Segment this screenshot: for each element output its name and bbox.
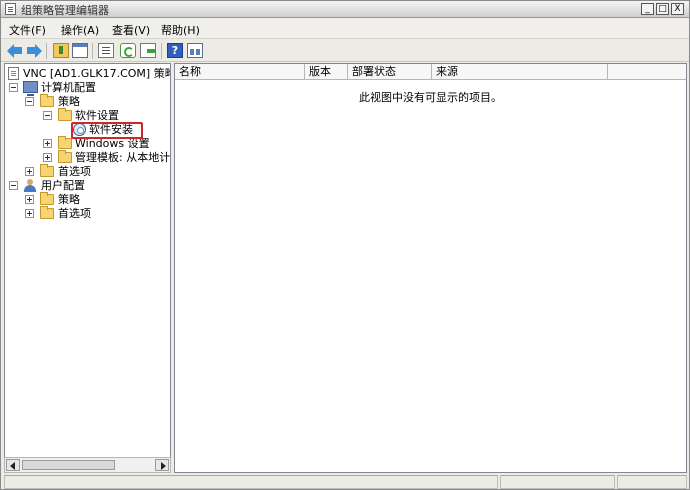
export-list-icon[interactable] (140, 43, 156, 58)
details-list[interactable]: 名称 版本 部署状态 来源 此视图中没有可显示的项目。 (174, 63, 687, 473)
tree-label: 管理模板: 从本地计算机检索的策略定义(ADMX 文件) (75, 151, 171, 164)
folder-up-icon[interactable] (53, 43, 69, 58)
tree-item-user-config[interactable]: 用户配置 (5, 179, 170, 193)
tree-label: 软件设置 (75, 109, 119, 122)
expand-icon[interactable] (43, 153, 52, 162)
scroll-left-button[interactable] (6, 459, 20, 471)
computer-icon (23, 81, 38, 96)
console-tree[interactable]: VNC [AD1.GLK17.COM] 策略 计算机配置 策略 软件设置 软件安… (4, 63, 171, 473)
app-icon (5, 3, 16, 15)
forward-arrow-icon[interactable] (26, 43, 42, 58)
tree-label: Windows 设置 (75, 137, 150, 150)
folder-icon (58, 108, 72, 121)
title-bar[interactable]: 组策略管理编辑器 _ □ X (1, 1, 689, 18)
collapse-icon[interactable] (9, 83, 18, 92)
folder-icon (40, 206, 54, 219)
column-header-source[interactable]: 来源 (432, 64, 608, 80)
menu-bar: 文件(F) 操作(A) 查看(V) 帮助(H) (1, 19, 689, 39)
policy-document-icon (8, 67, 19, 80)
toolbar-separator (92, 43, 93, 59)
tree-item-uc-preferences[interactable]: 首选项 (5, 206, 170, 221)
tree-item-cc-policies[interactable]: 策略 (5, 94, 170, 109)
help-icon[interactable]: ? (167, 43, 183, 58)
tree-root[interactable]: VNC [AD1.GLK17.COM] 策略 (5, 67, 170, 81)
status-bar (1, 475, 689, 489)
folder-icon (40, 94, 54, 107)
status-cell-tertiary (617, 475, 687, 489)
tree-label: 计算机配置 (41, 81, 96, 94)
tree-label: 首选项 (58, 207, 91, 220)
gpo-editor-window: 组策略管理编辑器 _ □ X 文件(F) 操作(A) 查看(V) 帮助(H) ?… (0, 0, 690, 490)
column-header-deploy-state[interactable]: 部署状态 (348, 64, 432, 80)
selection-highlight (71, 122, 143, 139)
console-tree-icon[interactable] (72, 43, 88, 58)
maximize-button[interactable]: □ (656, 3, 669, 15)
tree-label: 策略 (58, 95, 80, 108)
tree-label: 用户配置 (41, 179, 85, 192)
tree-item-cc-preferences[interactable]: 首选项 (5, 164, 170, 179)
view-icon[interactable] (187, 43, 203, 58)
tree-horizontal-scrollbar[interactable] (4, 457, 171, 473)
scroll-right-button[interactable] (155, 459, 169, 471)
tree-label: 首选项 (58, 165, 91, 178)
collapse-icon[interactable] (9, 181, 18, 190)
close-button[interactable]: X (671, 3, 684, 15)
user-icon (23, 179, 37, 192)
refresh-icon[interactable] (120, 43, 136, 58)
minimize-button[interactable]: _ (641, 3, 654, 15)
empty-list-message: 此视图中没有可显示的项目。 (359, 91, 502, 104)
toolbar: ? (1, 40, 689, 62)
menu-help[interactable]: 帮助(H) (161, 22, 200, 38)
menu-action[interactable]: 操作(A) (61, 22, 99, 38)
scroll-thumb[interactable] (22, 460, 115, 470)
status-cell-secondary (500, 475, 615, 489)
back-arrow-icon[interactable] (7, 43, 23, 58)
properties-icon[interactable] (98, 43, 114, 58)
tree-label: 策略 (58, 193, 80, 206)
tree-item-admin-templates[interactable]: 管理模板: 从本地计算机检索的策略定义(ADMX 文件) (5, 150, 171, 165)
tree-item-software-settings[interactable]: 软件设置 (5, 108, 170, 123)
status-cell-main (4, 475, 498, 489)
collapse-icon[interactable] (43, 111, 52, 120)
folder-icon (58, 136, 72, 149)
tree-item-computer-config[interactable]: 计算机配置 (5, 81, 170, 96)
menu-view[interactable]: 查看(V) (112, 22, 150, 38)
toolbar-separator (161, 43, 162, 59)
window-title: 组策略管理编辑器 (21, 4, 109, 17)
collapse-icon[interactable] (25, 97, 34, 106)
folder-icon (40, 192, 54, 205)
expand-icon[interactable] (43, 139, 52, 148)
menu-file[interactable]: 文件(F) (9, 22, 46, 38)
toolbar-separator (46, 43, 47, 59)
expand-icon[interactable] (25, 195, 34, 204)
tree-item-uc-policies[interactable]: 策略 (5, 192, 170, 207)
folder-icon (58, 150, 72, 163)
column-header-filler (608, 64, 686, 80)
folder-icon (40, 164, 54, 177)
column-header-version[interactable]: 版本 (305, 64, 348, 80)
column-header-name[interactable]: 名称 (175, 64, 305, 80)
tree-root-label: VNC [AD1.GLK17.COM] 策略 (23, 67, 171, 80)
tree-item-windows-settings[interactable]: Windows 设置 (5, 136, 170, 151)
expand-icon[interactable] (25, 167, 34, 176)
expand-icon[interactable] (25, 209, 34, 218)
